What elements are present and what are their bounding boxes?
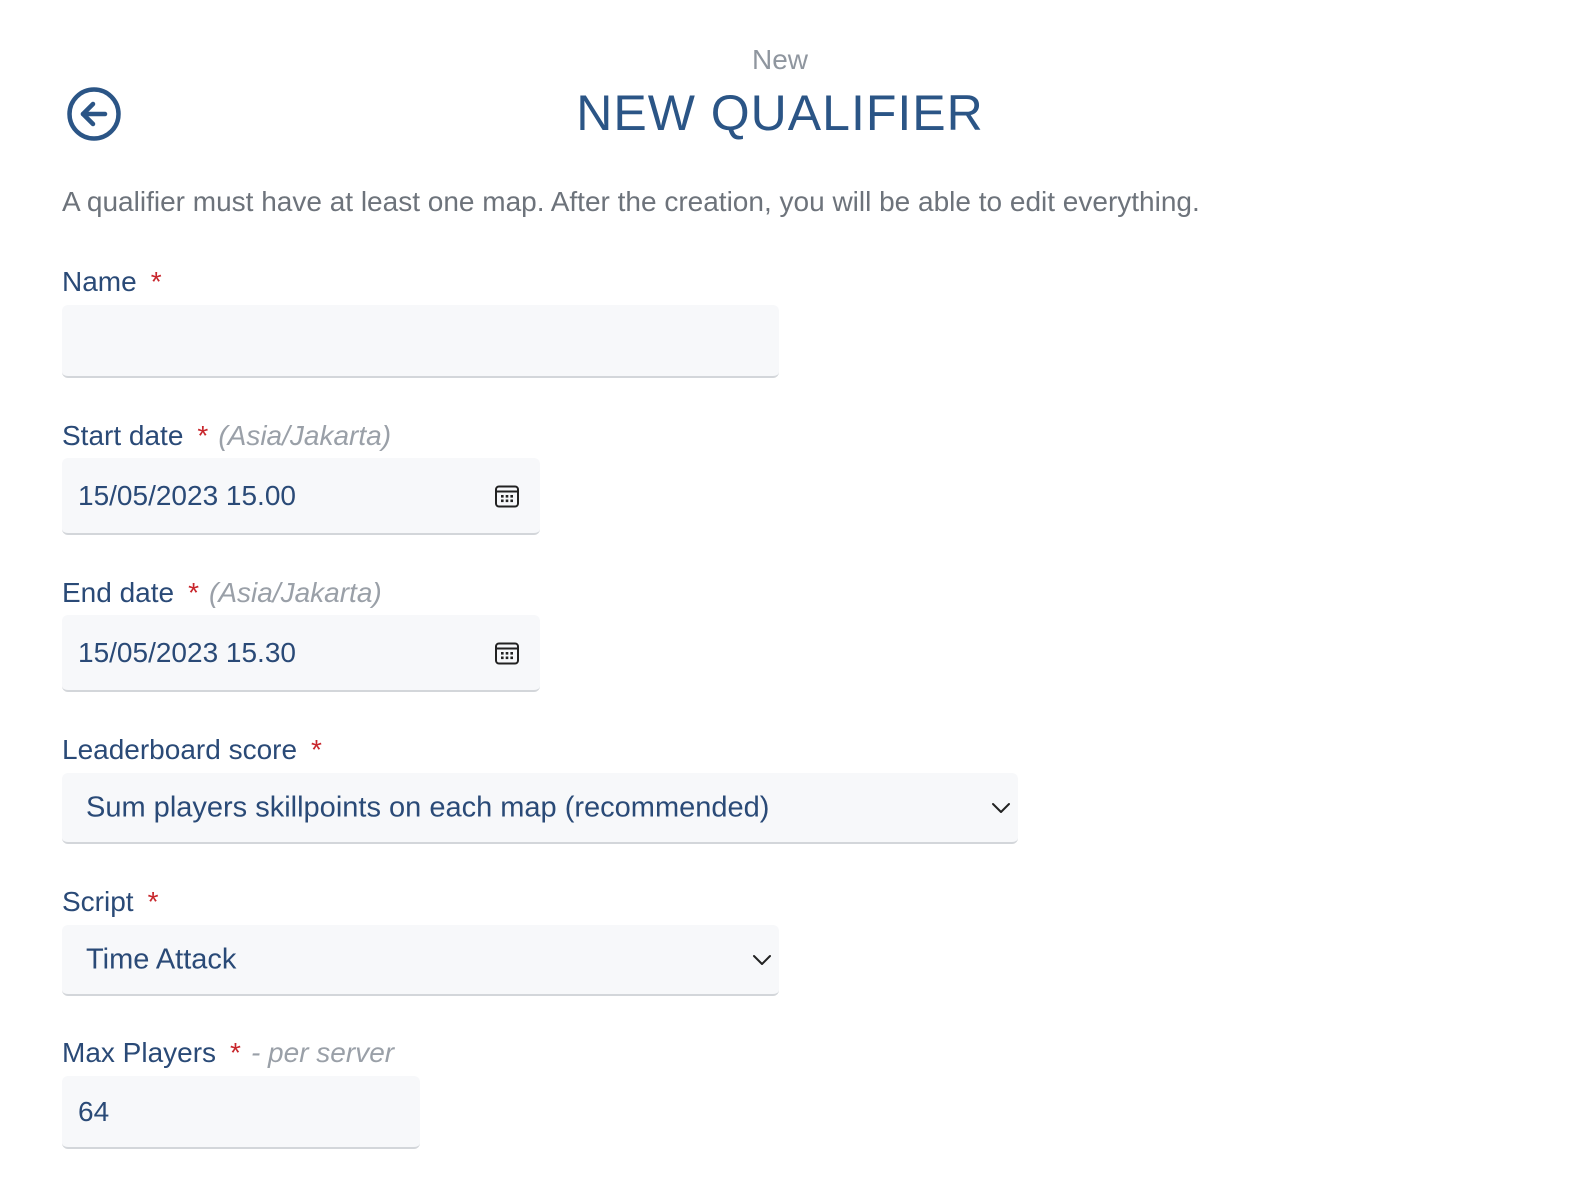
script-label: Script * — [62, 886, 158, 918]
leaderboard-score-select[interactable]: Sum players skillpoints on each map (rec… — [62, 773, 1018, 844]
leaderboard-score-label: Leaderboard score * — [62, 734, 322, 766]
leaderboard-score-label-text: Leaderboard score — [62, 734, 298, 765]
per-server-hint: - per server — [250, 1037, 395, 1068]
max-players-input[interactable]: 64 — [62, 1076, 420, 1149]
name-label-text: Name — [62, 266, 137, 297]
back-button[interactable] — [66, 86, 122, 142]
max-players-value: 64 — [78, 1095, 110, 1127]
script-label-text: Script — [62, 886, 134, 917]
required-mark: * — [230, 1037, 241, 1068]
calendar-icon[interactable] — [494, 483, 520, 509]
chevron-down-icon — [753, 954, 771, 965]
intro-text: A qualifier must have at least one map. … — [62, 186, 1200, 217]
page-subtitle: New — [751, 44, 808, 75]
start-date-value: 15/05/2023 15.00 — [78, 479, 296, 511]
arrow-left-circle-icon — [67, 87, 121, 141]
max-players-label-text: Max Players — [62, 1037, 217, 1068]
end-date-input[interactable]: 15/05/2023 15.30 — [62, 615, 540, 692]
page-title: NEW QUALIFIER — [576, 85, 984, 141]
start-date-input[interactable]: 15/05/2023 15.00 — [62, 458, 540, 535]
required-mark: * — [197, 420, 209, 451]
required-mark: * — [147, 886, 159, 917]
calendar-icon[interactable] — [494, 640, 520, 666]
required-mark: * — [188, 577, 200, 608]
required-mark: * — [150, 266, 162, 297]
script-selected: Time Attack — [86, 943, 237, 975]
start-date-label-text: Start date — [62, 420, 184, 451]
name-input[interactable] — [62, 305, 779, 378]
timezone-hint: (Asia/Jakarta) — [218, 420, 392, 451]
name-label: Name * — [62, 266, 162, 298]
end-date-value: 15/05/2023 15.30 — [78, 636, 296, 668]
script-select[interactable]: Time Attack — [62, 925, 779, 996]
end-date-label-text: End date — [62, 577, 175, 608]
end-date-label: End date * (Asia/Jakarta) — [62, 577, 382, 609]
chevron-down-icon — [992, 802, 1010, 813]
timezone-hint: (Asia/Jakarta) — [209, 577, 382, 608]
max-players-label: Max Players * - per server — [62, 1037, 394, 1069]
required-mark: * — [311, 734, 322, 765]
leaderboard-score-selected: Sum players skillpoints on each map (rec… — [86, 791, 770, 823]
start-date-label: Start date * (Asia/Jakarta) — [62, 420, 391, 452]
